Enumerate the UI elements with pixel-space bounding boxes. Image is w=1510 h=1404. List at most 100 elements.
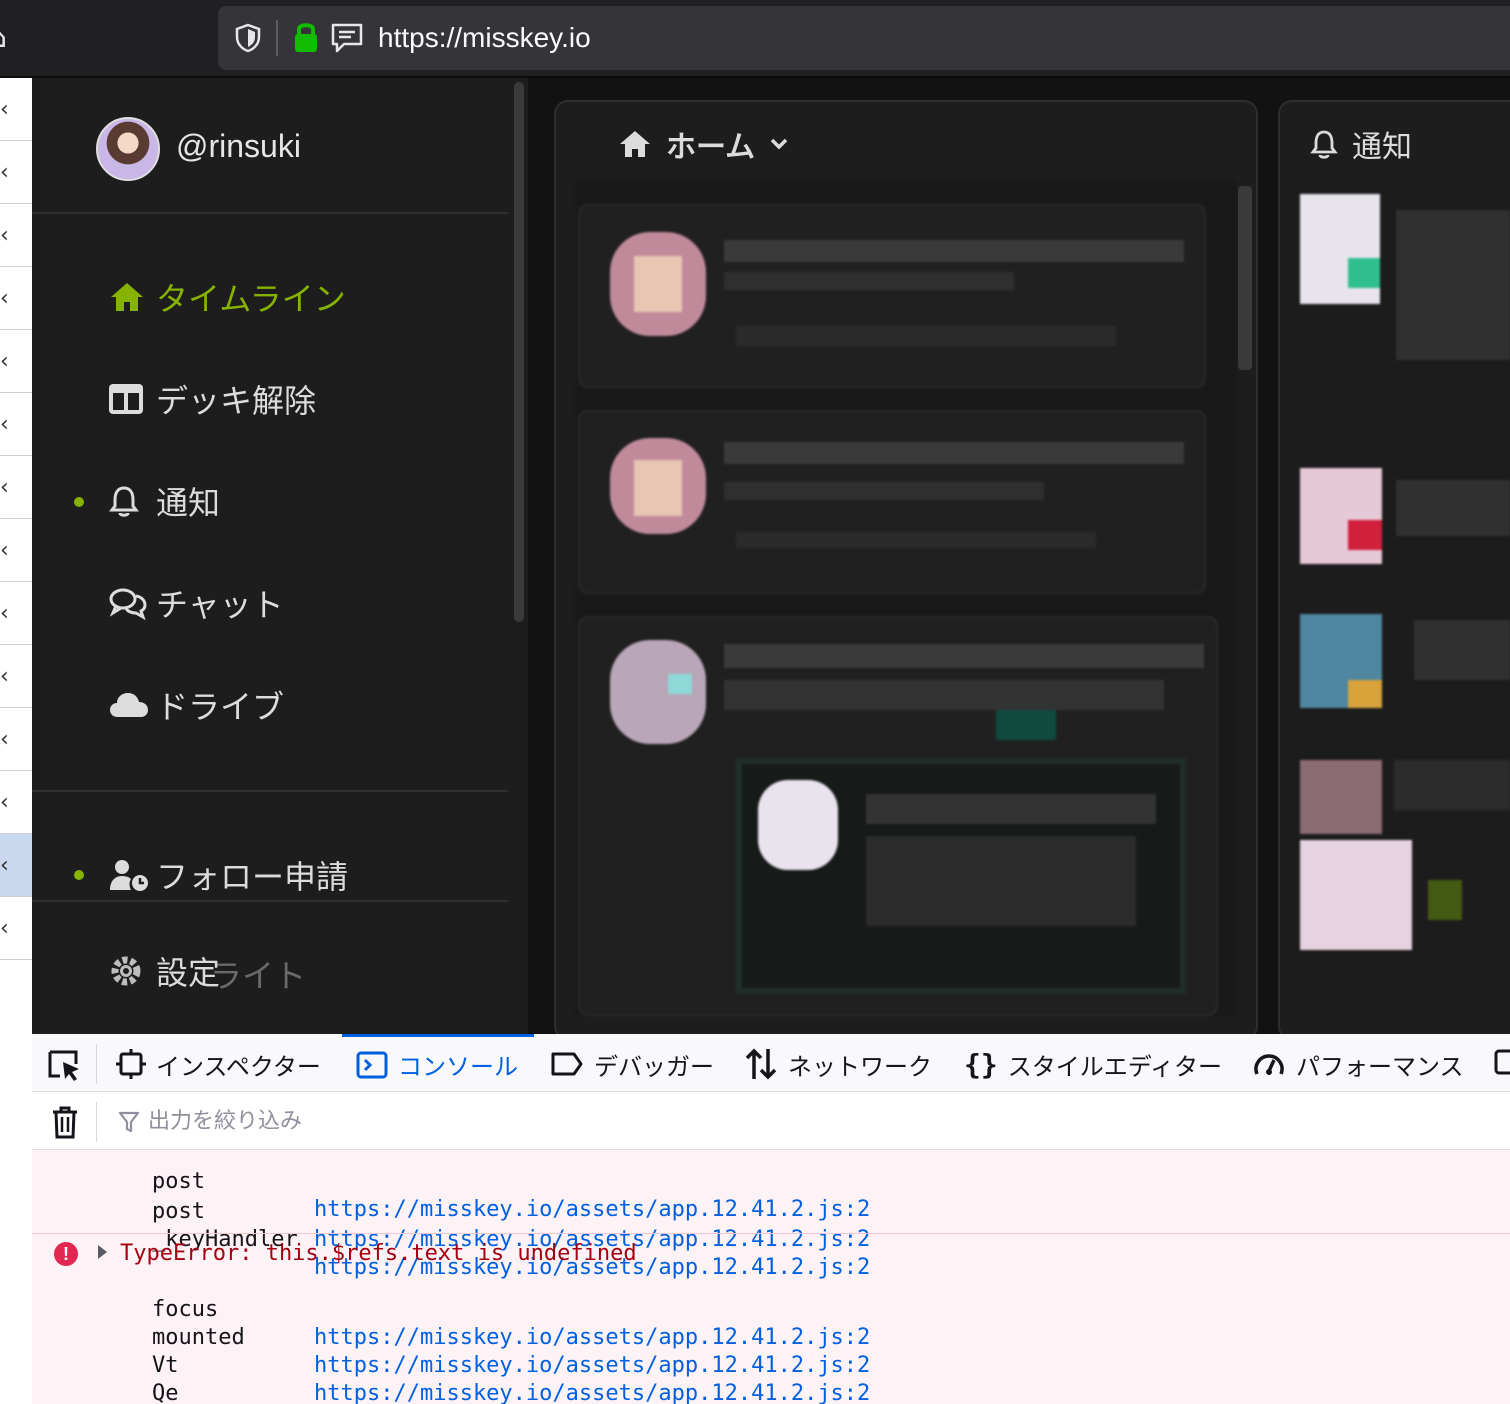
sidebar-item-notifications[interactable]: 通知 (100, 476, 500, 526)
stack-function: Qe (152, 1381, 179, 1404)
stack-source-link[interactable]: https://misskey.io/assets/app.12.41.2.js… (314, 1196, 870, 1224)
stack-function: Vt (152, 1353, 179, 1378)
stack-frame: insert https://misskey.io/assets/app.12.… (32, 1380, 85, 1404)
sidebar-scrollbar[interactable] (514, 82, 524, 622)
stack-frame: post https://misskey.io/assets/app.12.41… (32, 1170, 870, 1252)
home-column-title: ホーム (666, 130, 756, 165)
sidebar-item-label: タイムライン (156, 280, 346, 318)
sidebar-item-chat[interactable]: チャット (100, 578, 500, 628)
sidebar-item-timeline[interactable]: タイムライン (100, 272, 500, 322)
list-item[interactable]: ‹ (0, 897, 32, 960)
tab-debugger[interactable]: デバッガー (550, 1036, 714, 1092)
performance-icon (1252, 1048, 1286, 1080)
notifications-pixelated (1284, 180, 1510, 1000)
sidebar-divider (32, 212, 508, 214)
account-username[interactable]: @rinsuki (176, 126, 301, 166)
sidebar-item-drive[interactable]: ドライブ (100, 680, 500, 730)
user-clock-icon (100, 855, 156, 895)
stack-function: post (152, 1169, 205, 1194)
sidebar-item-label: ドライブ (156, 688, 285, 726)
notifications-column-title: 通知 (1352, 130, 1412, 165)
background-list-strip: ‹ ‹ ‹ ‹ ‹ ‹ ‹ ‹ ‹ ‹ ‹ ‹ ‹ ‹ (0, 78, 32, 1034)
list-item[interactable]: ‹ (0, 771, 32, 834)
home-icon (618, 129, 652, 159)
tab-style-editor[interactable]: {} スタイルエディター (964, 1036, 1222, 1092)
stack-function: mounted (152, 1325, 245, 1350)
list-item[interactable]: ‹ (0, 204, 32, 267)
sidebar-item-label: 通知 (156, 484, 221, 522)
stack-frame: Qe https://misskey.io/assets/app.12.41.2… (32, 1352, 179, 1404)
list-item-selected[interactable]: ‹ (0, 834, 32, 897)
avatar[interactable] (96, 117, 160, 181)
home-icon[interactable]: ⌂ (0, 20, 18, 56)
stack-function: focus (152, 1297, 219, 1322)
sidebar-item-label: チャット (156, 586, 284, 624)
console-output: post https://misskey.io/assets/app.12.41… (32, 1150, 1510, 1404)
timeline-notes-pixelated (576, 180, 1236, 1016)
error-message[interactable]: TypeError: this.$refs.text is undefined (120, 1240, 637, 1268)
bell-icon (100, 481, 156, 521)
lock-icon[interactable] (292, 20, 320, 54)
stack-frame: focus https://misskey.io/assets/app.12.4… (32, 1268, 870, 1350)
stack-source-link[interactable]: https://misskey.io/assets/app.12.41.2.js… (314, 1352, 870, 1380)
tab-label: ネットワーク (788, 1052, 932, 1081)
list-item[interactable]: ‹ (0, 708, 32, 771)
home-column-scrollbar[interactable] (1238, 186, 1252, 370)
chevron-down-icon[interactable] (769, 137, 789, 151)
stack-frame: Vt https://misskey.io/assets/app.12.41.2… (32, 1324, 870, 1404)
list-item[interactable]: ‹ (0, 78, 32, 141)
stack-frame: mounted https://misskey.io/assets/app.12… (32, 1296, 870, 1378)
inspector-icon (116, 1049, 146, 1079)
toolbar-separator (96, 1044, 97, 1084)
gear-icon (100, 951, 156, 991)
stack-source-link[interactable]: https://misskey.io/assets/app.12.41.2.js… (314, 1324, 870, 1352)
network-icon (744, 1047, 778, 1081)
notifications-column-header[interactable]: 通知 (1310, 124, 1412, 165)
filter-icon (118, 1111, 140, 1133)
tab-performance[interactable]: パフォーマンス (1252, 1036, 1464, 1092)
sidebar-item-deck[interactable]: デッキ解除 (100, 374, 500, 424)
list-item[interactable]: ‹ (0, 645, 32, 708)
tab-inspector[interactable]: インスペクター (116, 1036, 321, 1092)
tab-label: デバッガー (594, 1052, 714, 1081)
home-icon (100, 277, 156, 317)
tab-console[interactable]: コンソール (342, 1034, 534, 1092)
tab-network[interactable]: ネットワーク (744, 1036, 932, 1092)
error-icon: ! (54, 1242, 78, 1266)
bell-icon (1310, 129, 1338, 159)
trash-icon[interactable] (50, 1104, 80, 1140)
sidebar-item-label: フォロー申請 (156, 858, 349, 896)
stack-function: post (152, 1199, 205, 1224)
url-text[interactable]: https://misskey.io (378, 20, 591, 56)
console-icon (356, 1050, 388, 1080)
list-item[interactable]: ‹ (0, 519, 32, 582)
list-item[interactable]: ‹ (0, 456, 32, 519)
element-picker-icon[interactable] (46, 1048, 82, 1082)
expand-arrow-icon[interactable] (98, 1245, 107, 1259)
columns-icon (100, 379, 156, 419)
overflow-tab-icon[interactable] (1492, 1046, 1510, 1080)
list-item[interactable]: ‹ (0, 582, 32, 645)
stack-source-link[interactable]: https://misskey.io/assets/app.12.41.2.js… (314, 1380, 870, 1404)
url-bar-separator (276, 20, 278, 56)
list-item[interactable]: ‹ (0, 330, 32, 393)
sidebar-item-follow-requests[interactable]: フォロー申請 (100, 850, 500, 900)
sidebar-item-label: デッキ解除 (156, 382, 317, 420)
debugger-icon (550, 1050, 584, 1078)
shield-icon[interactable] (234, 22, 262, 54)
braces-icon: {} (964, 1047, 998, 1081)
list-item[interactable]: ‹ (0, 267, 32, 330)
tab-label: コンソール (398, 1053, 518, 1081)
console-filter-input[interactable] (148, 1104, 648, 1138)
stack-frame: post https://misskey.io/assets/app.12.41… (32, 1150, 870, 1222)
overlapping-ghost-text: ライト (210, 957, 307, 995)
console-message-separator (32, 1233, 1510, 1234)
list-item[interactable]: ‹ (0, 393, 32, 456)
notification-indicator (74, 497, 84, 507)
home-column-header[interactable]: ホーム (618, 124, 789, 165)
reader-mode-icon[interactable] (330, 22, 364, 54)
sidebar-divider (32, 790, 508, 792)
stack-frame: _keyHandler https://misskey.io/assets/ap… (32, 1198, 870, 1280)
tab-label: スタイルエディター (1007, 1052, 1223, 1081)
list-item[interactable]: ‹ (0, 141, 32, 204)
